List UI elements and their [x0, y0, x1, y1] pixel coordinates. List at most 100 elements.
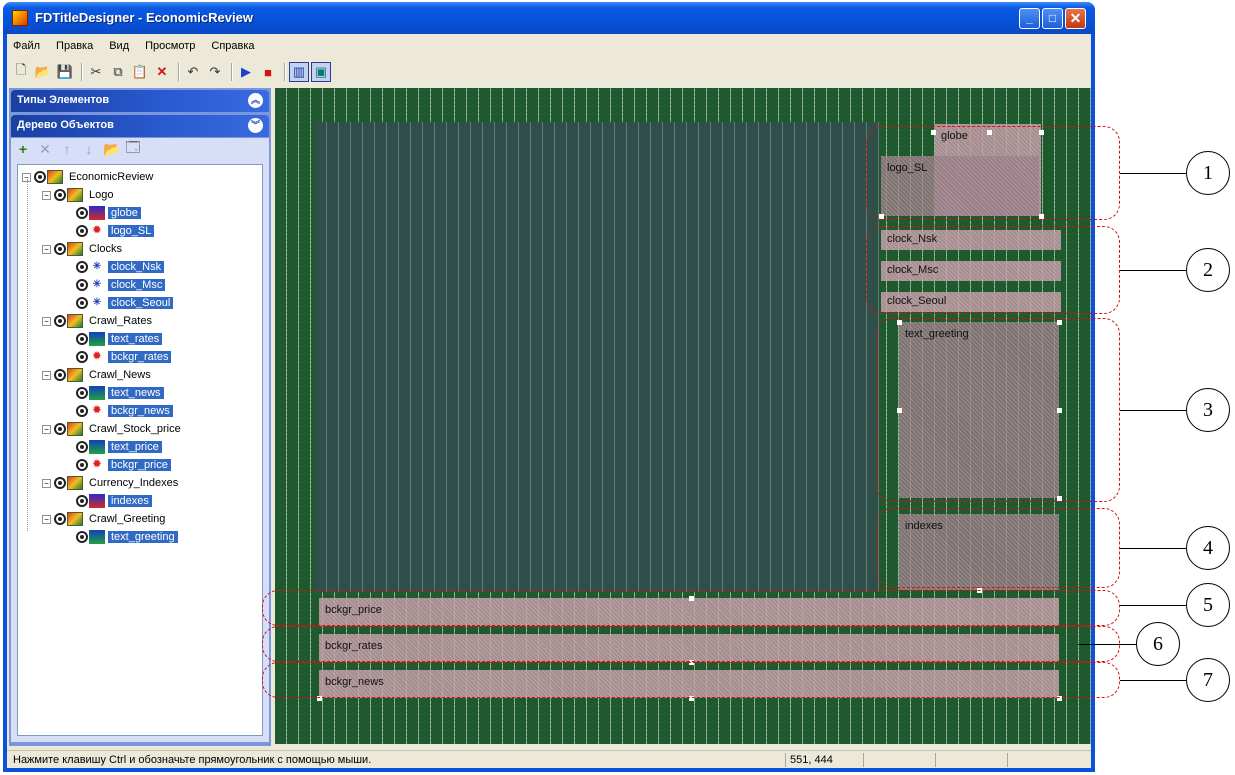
visibility-eye-icon[interactable]: [76, 351, 88, 363]
visibility-eye-icon[interactable]: [54, 513, 66, 525]
visibility-eye-icon[interactable]: [76, 297, 88, 309]
visibility-eye-icon[interactable]: [76, 441, 88, 453]
visibility-eye-icon[interactable]: [54, 423, 66, 435]
canvas-object-text-greeting[interactable]: text_greeting: [899, 322, 1059, 498]
visibility-eye-icon[interactable]: [76, 405, 88, 417]
selection-handle[interactable]: [1057, 696, 1062, 701]
undo-icon[interactable]: ↶: [183, 62, 203, 82]
visibility-eye-icon[interactable]: [54, 315, 66, 327]
visibility-eye-icon[interactable]: [76, 495, 88, 507]
canvas-object-clock-seoul[interactable]: clock_Seoul: [881, 292, 1061, 312]
expand-icon[interactable]: ︾: [248, 118, 263, 133]
paste-icon[interactable]: 📋: [130, 62, 150, 82]
tree-node[interactable]: − Crawl_Rates: [42, 313, 155, 329]
remove-icon[interactable]: ✕: [37, 141, 53, 158]
menu-edit[interactable]: Правка: [50, 38, 103, 56]
play-icon[interactable]: ▶: [236, 62, 256, 82]
tree-node[interactable]: ✹ bckgr_price: [76, 457, 171, 473]
selection-handle[interactable]: [987, 130, 992, 135]
tree-node[interactable]: − Crawl_Stock_price: [42, 421, 184, 437]
selection-handle[interactable]: [1039, 214, 1044, 219]
tree-node[interactable]: ✳ clock_Nsk: [76, 259, 165, 275]
tree-node[interactable]: ✹ bckgr_news: [76, 403, 173, 419]
collapse-toggle-icon[interactable]: −: [42, 316, 51, 326]
object-tree[interactable]: − EconomicReview − Logo globe ✹ logo_SL − Clocks…: [17, 164, 263, 736]
menu-view[interactable]: Вид: [103, 38, 139, 56]
tree-node[interactable]: text_price: [76, 439, 162, 455]
export-icon[interactable]: 🗔: [125, 137, 141, 161]
tree-node[interactable]: ✳ clock_Seoul: [76, 295, 174, 311]
selection-handle[interactable]: [1057, 320, 1062, 325]
tree-node[interactable]: − Currency_Indexes: [42, 475, 181, 491]
visibility-eye-icon[interactable]: [76, 261, 88, 273]
design-canvas[interactable]: globe logo_SL clock_Nsk clock_Msc clock_…: [275, 88, 1091, 744]
tree-node[interactable]: − EconomicReview: [22, 169, 156, 185]
selection-handle[interactable]: [879, 214, 884, 219]
visibility-eye-icon[interactable]: [76, 387, 88, 399]
object-tree-header[interactable]: Дерево Объектов ︾: [11, 115, 269, 137]
visibility-eye-icon[interactable]: [54, 477, 66, 489]
visibility-eye-icon[interactable]: [76, 207, 88, 219]
visibility-eye-icon[interactable]: [76, 279, 88, 291]
move-down-icon[interactable]: ↓: [81, 141, 97, 157]
collapse-toggle-icon[interactable]: −: [42, 370, 51, 380]
canvas-object-indexes[interactable]: indexes: [899, 514, 1059, 590]
tree-node[interactable]: text_greeting: [76, 529, 178, 545]
safe-area-icon[interactable]: ▣: [311, 62, 331, 82]
selection-handle[interactable]: [689, 696, 694, 701]
selection-handle[interactable]: [897, 320, 902, 325]
element-types-header[interactable]: Типы Элементов ︽: [11, 90, 269, 112]
selection-handle[interactable]: [897, 408, 902, 413]
maximize-button[interactable]: □: [1042, 8, 1063, 29]
close-button[interactable]: ✕: [1065, 8, 1086, 29]
tree-node[interactable]: indexes: [76, 493, 152, 509]
selection-handle[interactable]: [1057, 496, 1062, 501]
collapse-toggle-icon[interactable]: −: [42, 478, 51, 488]
import-icon[interactable]: 📂: [103, 141, 120, 158]
visibility-eye-icon[interactable]: [54, 369, 66, 381]
selection-handle[interactable]: [689, 660, 694, 665]
selection-handle[interactable]: [317, 696, 322, 701]
copy-icon[interactable]: ⧉: [108, 62, 128, 82]
selection-handle[interactable]: [689, 596, 694, 601]
save-icon[interactable]: 💾: [55, 62, 75, 82]
tree-node[interactable]: − Logo: [42, 187, 116, 203]
selection-handle[interactable]: [931, 130, 936, 135]
redo-icon[interactable]: ↷: [205, 62, 225, 82]
selection-handle[interactable]: [1057, 408, 1062, 413]
tree-node[interactable]: − Crawl_Greeting: [42, 511, 168, 527]
cut-icon[interactable]: ✂: [86, 62, 106, 82]
tree-node[interactable]: text_rates: [76, 331, 163, 347]
visibility-eye-icon[interactable]: [76, 531, 88, 543]
tree-node[interactable]: − Crawl_News: [42, 367, 154, 383]
new-icon[interactable]: 🗋: [11, 62, 31, 82]
canvas-object-bckgr-price[interactable]: bckgr_price: [319, 598, 1059, 626]
open-icon[interactable]: 📂: [33, 62, 53, 82]
move-up-icon[interactable]: ↑: [59, 141, 75, 157]
tree-node[interactable]: text_news: [76, 385, 164, 401]
menu-preview[interactable]: Просмотр: [139, 38, 205, 56]
canvas-object-bckgr-rates[interactable]: bckgr_rates: [319, 634, 1059, 662]
tree-node[interactable]: − Clocks: [42, 241, 125, 257]
canvas-object-bckgr-news[interactable]: bckgr_news: [319, 670, 1059, 698]
visibility-eye-icon[interactable]: [76, 333, 88, 345]
collapse-toggle-icon[interactable]: −: [42, 514, 51, 524]
tree-node[interactable]: ✳ clock_Msc: [76, 277, 166, 293]
collapse-toggle-icon[interactable]: −: [42, 424, 51, 434]
grid-icon[interactable]: ▥: [289, 62, 309, 82]
canvas-object-clock-msc[interactable]: clock_Msc: [881, 261, 1061, 281]
tree-node[interactable]: ✹ bckgr_rates: [76, 349, 172, 365]
delete-icon[interactable]: ✕: [152, 62, 172, 82]
add-icon[interactable]: +: [15, 141, 31, 157]
stop-icon[interactable]: ■: [258, 62, 278, 82]
visibility-eye-icon[interactable]: [76, 225, 88, 237]
selection-handle[interactable]: [977, 588, 982, 593]
title-bar[interactable]: FDTitleDesigner - EconomicReview _ □ ✕: [3, 2, 1095, 34]
canvas-object-logo-sl[interactable]: logo_SL: [881, 156, 1039, 216]
minimize-button[interactable]: _: [1019, 8, 1040, 29]
tree-node[interactable]: globe: [76, 205, 141, 221]
tree-node[interactable]: ✹ logo_SL: [76, 223, 155, 239]
menu-help[interactable]: Справка: [205, 38, 264, 56]
visibility-eye-icon[interactable]: [76, 459, 88, 471]
canvas-object-clock-nsk[interactable]: clock_Nsk: [881, 230, 1061, 250]
